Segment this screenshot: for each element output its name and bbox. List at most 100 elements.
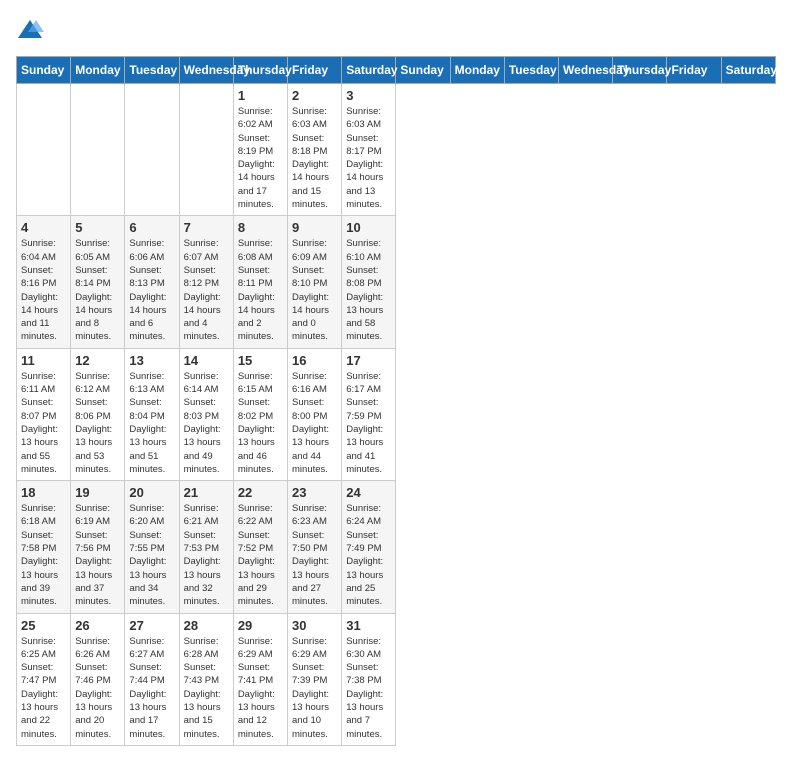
day-info: Sunrise: 6:27 AM Sunset: 7:44 PM Dayligh…	[129, 635, 174, 741]
day-info: Sunrise: 6:09 AM Sunset: 8:10 PM Dayligh…	[292, 237, 337, 343]
day-number: 25	[21, 618, 66, 633]
day-number: 11	[21, 353, 66, 368]
calendar-cell: 5Sunrise: 6:05 AM Sunset: 8:14 PM Daylig…	[71, 216, 125, 348]
calendar-cell: 11 Sunrise: 6:11 AM Sunset: 8:07 PM Dayli…	[17, 348, 71, 480]
page-header	[16, 16, 776, 44]
day-number: 9	[292, 220, 337, 235]
calendar-cell: 31 Sunrise: 6:30 AM Sunset: 7:38 PM Dayli…	[342, 613, 396, 745]
calendar-cell: 18Sunrise: 6:18 AM Sunset: 7:58 PM Dayli…	[17, 481, 71, 613]
day-number: 4	[21, 220, 66, 235]
generalblue-logo-icon	[16, 16, 44, 44]
day-info: Sunrise: 6:06 AM Sunset: 8:13 PM Dayligh…	[129, 237, 174, 343]
calendar-cell: 30 Sunrise: 6:29 AM Sunset: 7:39 PM Dayli…	[288, 613, 342, 745]
day-info: Sunrise: 6:23 AM Sunset: 7:50 PM Dayligh…	[292, 502, 337, 608]
header-thursday: Thursday	[233, 57, 287, 84]
day-number: 7	[184, 220, 229, 235]
header-friday: Friday	[288, 57, 342, 84]
day-info: Sunrise: 6:04 AM Sunset: 8:16 PM Dayligh…	[21, 237, 66, 343]
day-info: Sunrise: 6:03 AM Sunset: 8:18 PM Dayligh…	[292, 105, 337, 211]
calendar-cell: 6 Sunrise: 6:06 AM Sunset: 8:13 PM Daylig…	[125, 216, 179, 348]
calendar-cell: 15 Sunrise: 6:15 AM Sunset: 8:02 PM Dayli…	[233, 348, 287, 480]
calendar-cell: 27 Sunrise: 6:27 AM Sunset: 7:44 PM Dayli…	[125, 613, 179, 745]
day-number: 14	[184, 353, 229, 368]
col-header-tuesday: Tuesday	[504, 57, 558, 84]
calendar-cell: 1Sunrise: 6:02 AM Sunset: 8:19 PM Daylig…	[233, 84, 287, 216]
day-info: Sunrise: 6:14 AM Sunset: 8:03 PM Dayligh…	[184, 370, 229, 476]
day-number: 30	[292, 618, 337, 633]
header-monday: Monday	[71, 57, 125, 84]
calendar-cell	[17, 84, 71, 216]
calendar-cell: 13Sunrise: 6:13 AM Sunset: 8:04 PM Dayli…	[125, 348, 179, 480]
calendar-cell: 8 Sunrise: 6:08 AM Sunset: 8:11 PM Daylig…	[233, 216, 287, 348]
day-info: Sunrise: 6:30 AM Sunset: 7:38 PM Dayligh…	[346, 635, 391, 741]
day-info: Sunrise: 6:05 AM Sunset: 8:14 PM Dayligh…	[75, 237, 120, 343]
day-info: Sunrise: 6:13 AM Sunset: 8:04 PM Dayligh…	[129, 370, 174, 476]
day-number: 27	[129, 618, 174, 633]
calendar-cell: 12 Sunrise: 6:12 AM Sunset: 8:06 PM Dayli…	[71, 348, 125, 480]
calendar-cell: 14 Sunrise: 6:14 AM Sunset: 8:03 PM Dayli…	[179, 348, 233, 480]
calendar-cell: 23 Sunrise: 6:23 AM Sunset: 7:50 PM Dayli…	[288, 481, 342, 613]
day-number: 24	[346, 485, 391, 500]
day-number: 29	[238, 618, 283, 633]
day-info: Sunrise: 6:28 AM Sunset: 7:43 PM Dayligh…	[184, 635, 229, 741]
calendar-cell: 17 Sunrise: 6:17 AM Sunset: 7:59 PM Dayli…	[342, 348, 396, 480]
day-info: Sunrise: 6:02 AM Sunset: 8:19 PM Dayligh…	[238, 105, 283, 211]
day-number: 2	[292, 88, 337, 103]
day-number: 26	[75, 618, 120, 633]
calendar-cell: 9 Sunrise: 6:09 AM Sunset: 8:10 PM Daylig…	[288, 216, 342, 348]
calendar-week-2: 4 Sunrise: 6:04 AM Sunset: 8:16 PM Daylig…	[17, 216, 776, 348]
day-info: Sunrise: 6:12 AM Sunset: 8:06 PM Dayligh…	[75, 370, 120, 476]
day-info: Sunrise: 6:03 AM Sunset: 8:17 PM Dayligh…	[346, 105, 391, 211]
header-tuesday: Tuesday	[125, 57, 179, 84]
day-info: Sunrise: 6:16 AM Sunset: 8:00 PM Dayligh…	[292, 370, 337, 476]
calendar-week-1: 1Sunrise: 6:02 AM Sunset: 8:19 PM Daylig…	[17, 84, 776, 216]
calendar-week-4: 18Sunrise: 6:18 AM Sunset: 7:58 PM Dayli…	[17, 481, 776, 613]
day-info: Sunrise: 6:20 AM Sunset: 7:55 PM Dayligh…	[129, 502, 174, 608]
day-number: 15	[238, 353, 283, 368]
calendar-week-3: 11 Sunrise: 6:11 AM Sunset: 8:07 PM Dayli…	[17, 348, 776, 480]
day-number: 6	[129, 220, 174, 235]
day-number: 10	[346, 220, 391, 235]
col-header-saturday: Saturday	[721, 57, 775, 84]
day-info: Sunrise: 6:15 AM Sunset: 8:02 PM Dayligh…	[238, 370, 283, 476]
calendar-cell: 21 Sunrise: 6:21 AM Sunset: 7:53 PM Dayli…	[179, 481, 233, 613]
calendar-cell: 20Sunrise: 6:20 AM Sunset: 7:55 PM Dayli…	[125, 481, 179, 613]
logo	[16, 16, 48, 44]
day-number: 17	[346, 353, 391, 368]
day-number: 19	[75, 485, 120, 500]
calendar-cell: 28 Sunrise: 6:28 AM Sunset: 7:43 PM Dayli…	[179, 613, 233, 745]
col-header-thursday: Thursday	[613, 57, 667, 84]
day-number: 21	[184, 485, 229, 500]
calendar-cell: 25 Sunrise: 6:25 AM Sunset: 7:47 PM Dayli…	[17, 613, 71, 745]
col-header-sunday: Sunday	[396, 57, 450, 84]
day-info: Sunrise: 6:22 AM Sunset: 7:52 PM Dayligh…	[238, 502, 283, 608]
calendar-cell: 7Sunrise: 6:07 AM Sunset: 8:12 PM Daylig…	[179, 216, 233, 348]
calendar-header-row: SundayMondayTuesdayWednesdayThursdayFrid…	[17, 57, 776, 84]
calendar-cell	[179, 84, 233, 216]
day-info: Sunrise: 6:29 AM Sunset: 7:39 PM Dayligh…	[292, 635, 337, 741]
day-info: Sunrise: 6:18 AM Sunset: 7:58 PM Dayligh…	[21, 502, 66, 608]
header-sunday: Sunday	[17, 57, 71, 84]
calendar-table: SundayMondayTuesdayWednesdayThursdayFrid…	[16, 56, 776, 746]
day-info: Sunrise: 6:19 AM Sunset: 7:56 PM Dayligh…	[75, 502, 120, 608]
day-info: Sunrise: 6:21 AM Sunset: 7:53 PM Dayligh…	[184, 502, 229, 608]
calendar-cell: 4 Sunrise: 6:04 AM Sunset: 8:16 PM Daylig…	[17, 216, 71, 348]
day-info: Sunrise: 6:10 AM Sunset: 8:08 PM Dayligh…	[346, 237, 391, 343]
calendar-cell: 29Sunrise: 6:29 AM Sunset: 7:41 PM Dayli…	[233, 613, 287, 745]
day-number: 8	[238, 220, 283, 235]
col-header-friday: Friday	[667, 57, 721, 84]
day-number: 23	[292, 485, 337, 500]
day-info: Sunrise: 6:25 AM Sunset: 7:47 PM Dayligh…	[21, 635, 66, 741]
day-info: Sunrise: 6:24 AM Sunset: 7:49 PM Dayligh…	[346, 502, 391, 608]
day-number: 31	[346, 618, 391, 633]
day-number: 3	[346, 88, 391, 103]
day-info: Sunrise: 6:08 AM Sunset: 8:11 PM Dayligh…	[238, 237, 283, 343]
day-info: Sunrise: 6:17 AM Sunset: 7:59 PM Dayligh…	[346, 370, 391, 476]
calendar-cell: 24 Sunrise: 6:24 AM Sunset: 7:49 PM Dayli…	[342, 481, 396, 613]
day-info: Sunrise: 6:11 AM Sunset: 8:07 PM Dayligh…	[21, 370, 66, 476]
calendar-cell	[71, 84, 125, 216]
calendar-cell: 16Sunrise: 6:16 AM Sunset: 8:00 PM Dayli…	[288, 348, 342, 480]
day-number: 28	[184, 618, 229, 633]
day-number: 22	[238, 485, 283, 500]
day-number: 12	[75, 353, 120, 368]
